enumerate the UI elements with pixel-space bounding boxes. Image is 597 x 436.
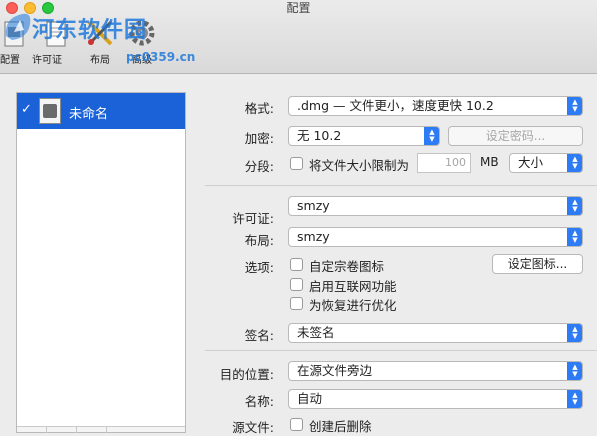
updown-arrows-icon: ▲ ▼ xyxy=(567,390,582,408)
sidebar-list: ✓ 未命名 xyxy=(16,92,186,433)
custom-volume-icon-checkbox[interactable] xyxy=(290,258,303,271)
name-popup[interactable]: 自动 ▲ ▼ xyxy=(288,389,583,409)
updown-arrows-icon: ▲ ▼ xyxy=(567,197,582,215)
updown-arrows-icon: ▲ ▼ xyxy=(567,97,582,115)
segment-label: 分段: xyxy=(244,159,274,174)
format-label: 格式: xyxy=(244,101,274,116)
toolbar-layout-label: 布局 xyxy=(90,55,110,66)
destination-value: 在源文件旁边 xyxy=(297,363,373,378)
layout-value: smzy xyxy=(297,229,330,244)
signature-label: 签名: xyxy=(244,328,274,343)
name-value: 自动 xyxy=(297,391,323,406)
window-title: 配置 xyxy=(286,1,311,15)
custom-volume-icon-label: 自定宗卷图标 xyxy=(309,259,385,274)
size-unit-label: MB xyxy=(480,155,499,169)
limit-size-checkbox[interactable] xyxy=(290,157,303,170)
checkmark-icon: ✓ xyxy=(21,102,32,117)
limit-size-label: 将文件大小限制为 xyxy=(309,158,410,173)
updown-arrows-icon: ▲ ▼ xyxy=(567,228,582,246)
toolbar-license[interactable]: 许可证 xyxy=(32,16,76,70)
updown-arrows-icon: ▲ ▼ xyxy=(424,127,439,145)
delete-after-create-label: 创建后删除 xyxy=(309,419,372,434)
config-icon xyxy=(4,21,24,47)
title-bar: 配置 配置 许可证 布局 高级 河东软件园 pc0359.cn xyxy=(0,0,597,74)
add-item-button[interactable] xyxy=(17,427,47,433)
updown-arrows-icon: ▲ ▼ xyxy=(567,324,582,342)
internet-enable-checkbox[interactable] xyxy=(290,278,303,291)
updown-arrows-icon: ▲ ▼ xyxy=(567,362,582,380)
size-popup-value: 大小 xyxy=(518,155,544,170)
toolbar-layout[interactable]: 布局 xyxy=(80,16,120,70)
delete-after-create-checkbox[interactable] xyxy=(290,418,303,431)
name-label: 名称: xyxy=(244,394,274,409)
license-value: smzy xyxy=(297,198,330,213)
layout-popup[interactable]: smzy ▲ ▼ xyxy=(288,227,583,247)
format-popup[interactable]: .dmg — 文件更小，速度更快 10.2 ▲ ▼ xyxy=(288,96,583,116)
gear-icon xyxy=(129,20,155,46)
encryption-label: 加密: xyxy=(244,131,274,146)
layout-label: 布局: xyxy=(244,233,274,248)
internet-enable-label: 启用互联网功能 xyxy=(309,279,397,294)
remove-item-button[interactable] xyxy=(47,427,77,433)
toolbar-advanced[interactable]: 高级 xyxy=(122,16,162,70)
set-icon-button[interactable]: 设定图标... xyxy=(492,254,583,274)
updown-arrows-icon: ▲ ▼ xyxy=(567,154,582,172)
optimize-recovery-checkbox[interactable] xyxy=(290,297,303,310)
sidebar-bottom-bar xyxy=(17,426,185,433)
toolbar-config[interactable]: 配置 xyxy=(0,16,30,70)
separator xyxy=(205,185,597,186)
encryption-value: 无 10.2 xyxy=(297,128,342,143)
item-options-button[interactable] xyxy=(77,427,107,433)
destination-label: 目的位置: xyxy=(219,367,274,382)
license-popup[interactable]: smzy ▲ ▼ xyxy=(288,196,583,216)
toolbar-config-label: 配置 xyxy=(0,55,20,66)
license-icon xyxy=(46,21,66,47)
encryption-popup[interactable]: 无 10.2 ▲ ▼ xyxy=(288,126,440,146)
license-label: 许可证: xyxy=(232,211,274,226)
layout-icon xyxy=(87,20,113,46)
size-limit-field[interactable]: 100 xyxy=(417,153,471,173)
destination-popup[interactable]: 在源文件旁边 ▲ ▼ xyxy=(288,361,583,381)
separator xyxy=(205,350,597,351)
document-icon xyxy=(39,98,61,124)
sidebar-item-label: 未命名 xyxy=(69,107,109,122)
optimize-recovery-label: 为恢复进行优化 xyxy=(309,298,397,313)
signature-popup[interactable]: 未签名 ▲ ▼ xyxy=(288,323,583,343)
toolbar-license-label: 许可证 xyxy=(32,55,62,66)
signature-value: 未签名 xyxy=(297,325,335,340)
options-label: 选项: xyxy=(244,260,274,275)
toolbar-advanced-label: 高级 xyxy=(132,55,152,66)
source-label: 源文件: xyxy=(232,420,274,435)
sidebar-item-untitled[interactable]: ✓ 未命名 xyxy=(17,93,185,129)
size-popup[interactable]: 大小 ▲ ▼ xyxy=(509,153,583,173)
format-value: .dmg — 文件更小，速度更快 10.2 xyxy=(297,98,494,113)
set-password-button[interactable]: 设定密码... xyxy=(448,126,583,146)
